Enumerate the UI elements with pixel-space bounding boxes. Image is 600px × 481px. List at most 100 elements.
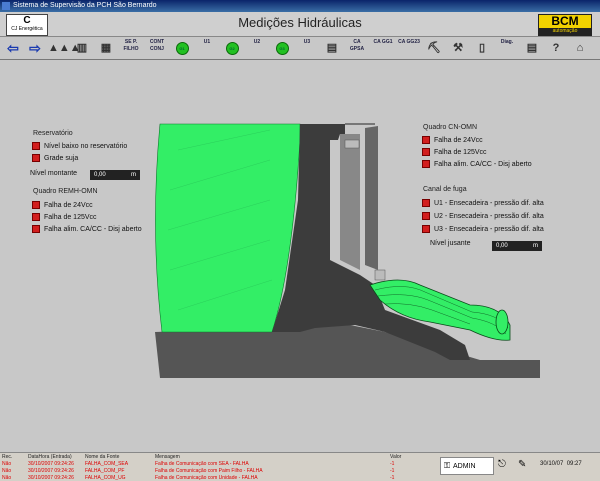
u1-button[interactable]: U1 [196,39,218,57]
event-cell: 30/10/2007 09:24:26 [28,468,74,474]
logo-right-text: BCM [551,14,579,28]
event-cell: Falha de Comunicação com Paim Filho - FA… [155,468,263,474]
event-row[interactable]: Não 30/10/2007 09:24:26 FALHA_COM_PF Falha … [0,468,432,475]
quadro-cn-title: Quadro CN-OMN [423,124,478,131]
event-row[interactable]: Não 30/10/2007 09:24:26 FALHA_COM_SEA Falha… [0,461,432,468]
alarm-24vcc: Falha de 24Vcc [422,136,483,146]
alarm-grade-suja: Grade suja [32,154,78,164]
alarm-indicator [422,148,430,157]
event-table[interactable]: Rec. DataHora (Entrada) Nome da Fonte Mensa… [0,453,432,481]
forward-icon[interactable]: ⇨ [26,39,44,57]
logo-right-sub: automação [539,28,591,35]
alarm-indicator [32,213,40,222]
alarm-alim: Falha alim. CA/CC - Disj aberto [422,160,532,170]
alarm-alim: Falha alim. CA/CC - Disj aberto [32,225,142,235]
event-cell: Não [2,475,12,481]
alarm-indicator [422,212,430,221]
cont-conj-button[interactable]: CONT CONJ [146,39,168,57]
intake-wall [365,126,378,270]
nivel-montante-label: Nível montante [30,170,78,177]
window-titlebar: Sistema de Supervisão da PCH São Bernard… [0,0,600,12]
document-icon[interactable]: ▯ [472,39,492,57]
event-header: Valor [390,454,402,460]
logout-icon[interactable]: ⎋ [498,457,512,473]
quadro-remh-title: Quadro REMH-OMN [33,188,98,195]
alarm-indicator [32,201,40,210]
nivel-jusante-label: Nível jusante [430,240,471,247]
g3-icon[interactable]: G3 [272,39,292,57]
event-header: Rec. [2,454,13,460]
reservatorio-title: Reservatório [33,130,73,137]
event-cell: -1 [390,475,395,481]
alarm-u3-ensecadeira: U3 - Ensecadeira - pressão dif. alta [422,225,544,235]
g1-icon[interactable]: G1 [172,39,192,57]
hydraulic-diagram [155,123,540,378]
alarm-125vcc: Falha de 125Vcc [422,148,487,158]
event-cell: FALHA_COM_SEA [85,461,129,467]
alarm-indicator [32,154,40,163]
event-cell: FALHA_COM_UG [85,475,126,481]
alarm-indicator [422,136,430,145]
ca-gpsa-button[interactable]: CA GPSA [346,39,368,57]
user-box[interactable]: ⚿ ADMIN [440,457,494,475]
main-area: Reservatório Nível baixo no reservatório… [0,60,600,452]
quadro-cn-panel: Quadro CN-OMN Falha de 24Vcc Falha de 12… [418,124,558,172]
event-row[interactable]: Não 30/10/2007 09:24:26 FALHA_COM_UG Falha … [0,475,432,481]
tools-icon[interactable]: ⚒ [448,39,468,57]
gate-top [344,139,360,149]
event-header: Nome da Fonte [85,454,120,460]
building-icon[interactable]: ▥ [72,39,92,57]
event-cell: 30/10/2007 09:24:26 [28,475,74,481]
se-p-filho-button[interactable]: SE P. FILHO [120,39,142,57]
diagram-icon[interactable]: ▦ [96,39,116,57]
event-cell: Falha de Comunicação com SEA - FALHA [155,461,249,467]
filter-icon[interactable]: ▤ [322,39,342,57]
u2-button[interactable]: U2 [246,39,268,57]
canal-fuga-panel: Canal de fuga U1 - Ensecadeira - pressão… [418,186,558,256]
help-icon[interactable]: ? [546,39,566,57]
event-cell: Falha de Comunicação com Unidade - FALHA [155,475,258,481]
home-icon[interactable]: ⌂ [570,39,590,57]
alarm-125vcc: Falha de 125Vcc [32,213,97,223]
window-title: Sistema de Supervisão da PCH São Bernard… [13,2,157,9]
header: C CJ Energética Medições Hidráulicas BCM a… [0,12,600,37]
event-cell: 30/10/2007 09:24:26 [28,461,74,467]
back-icon[interactable]: ⇦ [4,39,22,57]
alarm-panel-icon[interactable]: ▲▲▲ [48,39,81,57]
event-header: DataHora (Entrada) [28,454,72,460]
alarm-24vcc: Falha de 24Vcc [32,201,93,211]
ca-gg1-button[interactable]: CA GG1 [372,39,394,57]
alarm-indicator [422,160,430,169]
nivel-jusante-value: 0,00 m [492,241,542,251]
clock: 30/10/07 09:27 [540,461,582,467]
gate-mid [374,269,386,281]
excavator-icon[interactable]: ⛏ [424,39,444,57]
alarm-indicator [32,142,40,151]
reservoir-water [155,123,301,333]
g2-icon[interactable]: G2 [222,39,242,57]
alarm-ack-icon[interactable]: ✎ [518,457,532,473]
quadro-remh-panel: Quadro REMH-OMN Falha de 24Vcc Falha de … [28,188,158,238]
report-icon[interactable]: ▤ [522,39,542,57]
reservatorio-panel: Reservatório Nível baixo no reservatório… [28,130,140,180]
u3-button[interactable]: U3 [296,39,318,57]
alarm-indicator [32,225,40,234]
ca-gg23-button[interactable]: CA GG23 [398,39,420,57]
gate-shaft [340,134,360,270]
event-cell: FALHA_COM_PF [85,468,125,474]
canal-fuga-title: Canal de fuga [423,186,467,193]
diag-button[interactable]: Diag. [496,39,518,57]
toolbar: ⇦ ⇨ ▲▲▲ ▥ ▦ SE P. FILHO CONT CONJ G1 U1 G2 U2 G3 U3 ▤… [0,37,600,60]
event-cell: Não [2,468,12,474]
event-cell: -1 [390,468,395,474]
alarm-indicator [422,199,430,208]
clock-time: 09:27 [566,461,582,467]
event-header: Mensagem [155,454,180,460]
clock-date: 30/10/07 [540,461,564,467]
alarm-indicator [422,225,430,234]
page-title: Medições Hidráulicas [238,15,362,30]
event-cell: Não [2,461,12,467]
nivel-montante-value: 0,00 m [90,170,140,180]
status-bar: Rec. DataHora (Entrada) Nome da Fonte Mensa… [0,452,600,481]
user-name: ADMIN [453,463,476,470]
